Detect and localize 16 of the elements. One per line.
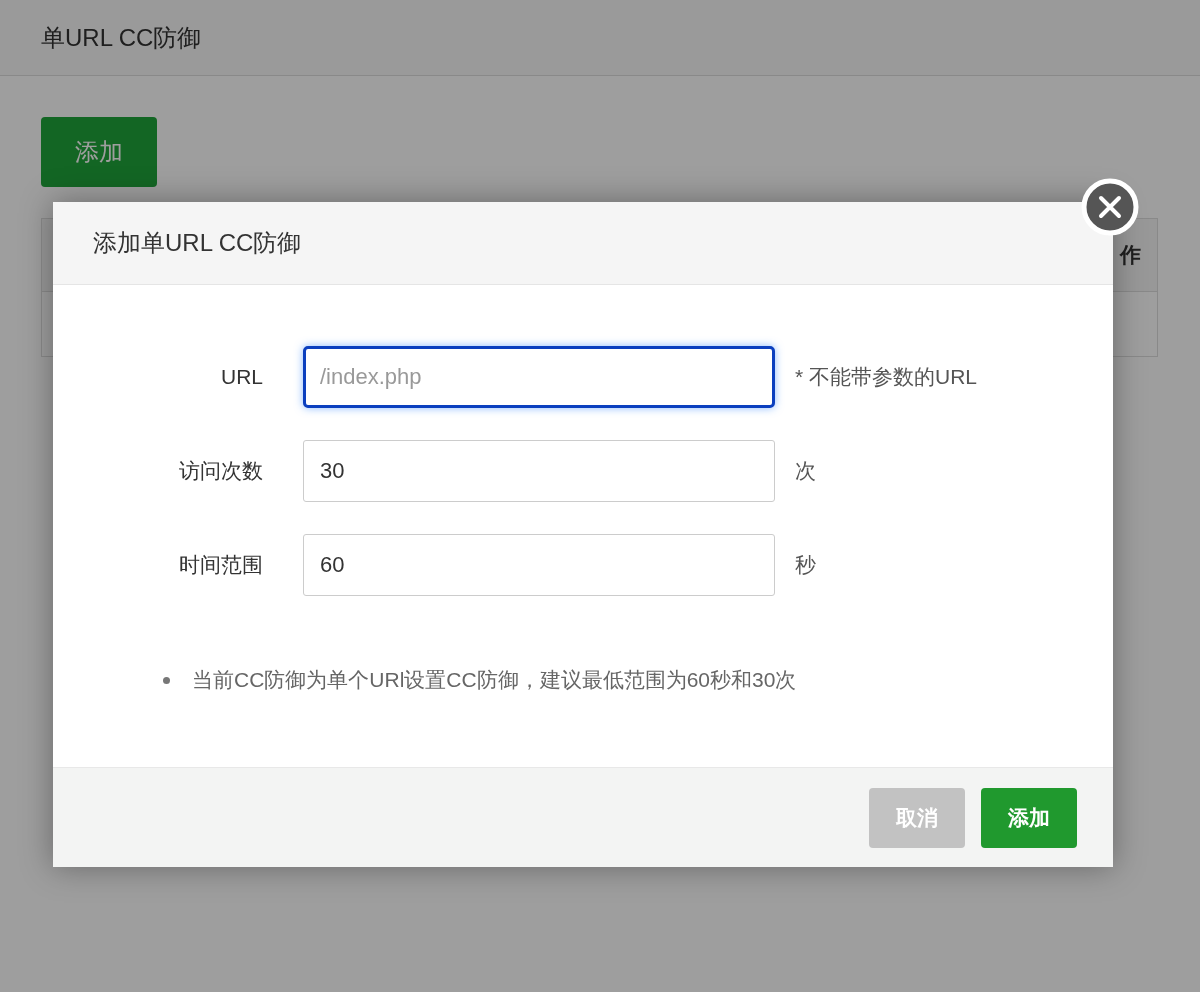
field-label: URL [220,365,263,389]
field-hint: * 不能带参数的URL [795,364,978,390]
input-field[interactable]: 30 [303,440,775,502]
add-button[interactable]: 添加 [41,117,157,187]
input-field[interactable]: 60 [303,534,775,596]
field-hint: 秒 [795,552,816,578]
input-field[interactable]: /index.php [303,346,775,408]
field-label: 时间范围 [178,552,263,578]
column-header: 作 [1120,242,1141,268]
confirm-button[interactable]: 添加 [981,787,1077,848]
note-text: 当前CC防御为单个URl设置CC防御，建议最低范围为60秒和30次 [192,667,797,693]
panel-title: 单URL CC防御 [41,22,202,53]
dialog-title: 添加单URL CC防御 [93,228,302,258]
field-hint: 次 [795,458,816,484]
field-label: 访问次数 [178,458,263,484]
bullet-icon [163,676,170,684]
